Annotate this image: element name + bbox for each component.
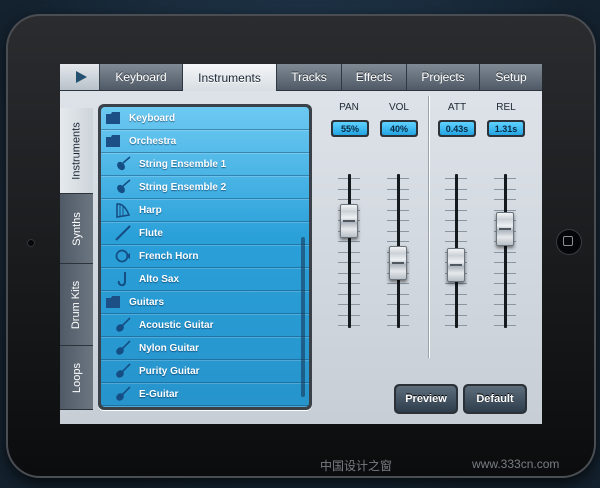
sidetab-synths[interactable]: Synths <box>60 194 93 264</box>
pan-value-text: 55% <box>333 122 367 135</box>
folder-icon <box>105 110 121 126</box>
list-item[interactable]: String Ensemble 2 <box>101 176 309 199</box>
rel-label: REL <box>496 102 516 113</box>
list-item[interactable]: Acoustic Guitar <box>101 314 309 337</box>
pan-fader-track[interactable] <box>347 174 351 328</box>
violin-icon <box>115 179 131 195</box>
tab-projects[interactable]: Projects <box>407 64 480 90</box>
list-item[interactable]: Purity Guitar <box>101 360 309 383</box>
list-item-label: String Ensemble 2 <box>139 181 227 193</box>
watermark-right: www.333cn.com <box>472 457 560 471</box>
sidetab-drum-kits[interactable]: Drum Kits <box>60 264 93 346</box>
list-item-label: Alto Sax <box>139 273 180 285</box>
vol-label: VOL <box>388 102 409 113</box>
sidetab-label: Loops <box>70 362 83 393</box>
rel-fader-track[interactable] <box>503 174 507 328</box>
home-square-icon <box>563 236 573 246</box>
tab-effects[interactable]: Effects <box>342 64 407 90</box>
flute-icon <box>115 225 131 241</box>
att-value: 0.43s <box>438 120 476 137</box>
list-item-label: Guitars <box>129 296 165 308</box>
list-item[interactable]: French Horn <box>101 245 309 268</box>
list-item[interactable]: Alto Sax <box>101 268 309 291</box>
app-screen: Keyboard Instruments Tracks Effects Proj… <box>60 64 542 424</box>
guitar-icon <box>115 363 131 379</box>
list-item[interactable]: E-Guitar <box>101 383 309 406</box>
vol-fader-knob[interactable] <box>389 246 407 280</box>
watermark-left: 中国设计之窗 <box>320 459 393 473</box>
play-icon <box>75 71 87 83</box>
pan-value: 55% <box>331 120 369 137</box>
list-item[interactable]: Harp <box>101 199 309 222</box>
instrument-list-frame: Keyboard Orchestra String Ensemble 1 Str… <box>98 104 312 410</box>
sidetab-label: Synths <box>70 211 83 246</box>
list-item-label: Purity Guitar <box>139 365 200 377</box>
list-item[interactable]: String Ensemble 1 <box>101 153 309 176</box>
sidetab-label: Drum Kits <box>70 280 83 329</box>
default-button[interactable]: Default <box>463 384 527 414</box>
folder-icon <box>105 133 121 149</box>
folder-icon <box>105 294 121 310</box>
guitar-icon <box>115 386 131 402</box>
rel-fader-knob[interactable] <box>496 212 514 247</box>
tab-instruments[interactable]: Instruments <box>183 64 277 91</box>
list-item-label: Harp <box>139 204 162 216</box>
tab-keyboard[interactable]: Keyboard <box>100 64 183 90</box>
list-item-label: Orchestra <box>129 135 177 147</box>
preview-button-label: Preview <box>396 386 456 412</box>
list-item-label: E-Guitar <box>139 388 179 400</box>
list-scrollbar[interactable] <box>301 237 305 397</box>
french-horn-icon <box>115 248 131 264</box>
vol-value: 40% <box>380 120 418 137</box>
list-item[interactable]: Guitars <box>101 291 309 314</box>
tab-setup[interactable]: Setup <box>480 64 542 90</box>
pan-label: PAN <box>339 102 359 113</box>
guitar-icon <box>115 340 131 356</box>
guitar-icon <box>115 317 131 333</box>
rel-value-text: 1.31s <box>489 122 523 135</box>
mixer-divider <box>428 96 429 358</box>
sidetab-loops[interactable]: Loops <box>60 346 93 410</box>
violin-icon <box>115 156 131 172</box>
list-item[interactable]: Keyboard <box>101 107 309 130</box>
rel-value: 1.31s <box>487 120 525 137</box>
sidetab-instruments[interactable]: Instruments <box>60 108 93 194</box>
camera-icon <box>28 240 34 246</box>
list-item-label: Acoustic Guitar <box>139 319 214 331</box>
instrument-list[interactable]: Keyboard Orchestra String Ensemble 1 Str… <box>101 107 309 407</box>
vol-value-text: 40% <box>382 122 416 135</box>
harp-icon <box>115 202 131 218</box>
att-label: ATT <box>447 102 467 113</box>
list-item[interactable]: Nylon Guitar <box>101 337 309 360</box>
att-value-text: 0.43s <box>440 122 474 135</box>
list-item-label: French Horn <box>139 250 199 262</box>
list-item[interactable]: Orchestra <box>101 130 309 153</box>
play-button[interactable] <box>60 64 100 90</box>
list-item-label: String Ensemble 1 <box>139 158 227 170</box>
list-item[interactable]: Flute <box>101 222 309 245</box>
pan-fader-knob[interactable] <box>340 204 358 238</box>
list-item-label: Keyboard <box>129 112 176 124</box>
preview-button[interactable]: Preview <box>394 384 458 414</box>
default-button-label: Default <box>465 386 525 412</box>
list-item-label: Nylon Guitar <box>139 342 200 354</box>
sidetab-label: Instruments <box>70 121 83 180</box>
att-fader-knob[interactable] <box>447 248 465 283</box>
top-tab-bar: Keyboard Instruments Tracks Effects Proj… <box>60 64 542 91</box>
tab-tracks[interactable]: Tracks <box>277 64 342 90</box>
saxophone-icon <box>115 271 131 287</box>
list-item-label: Flute <box>139 227 163 239</box>
